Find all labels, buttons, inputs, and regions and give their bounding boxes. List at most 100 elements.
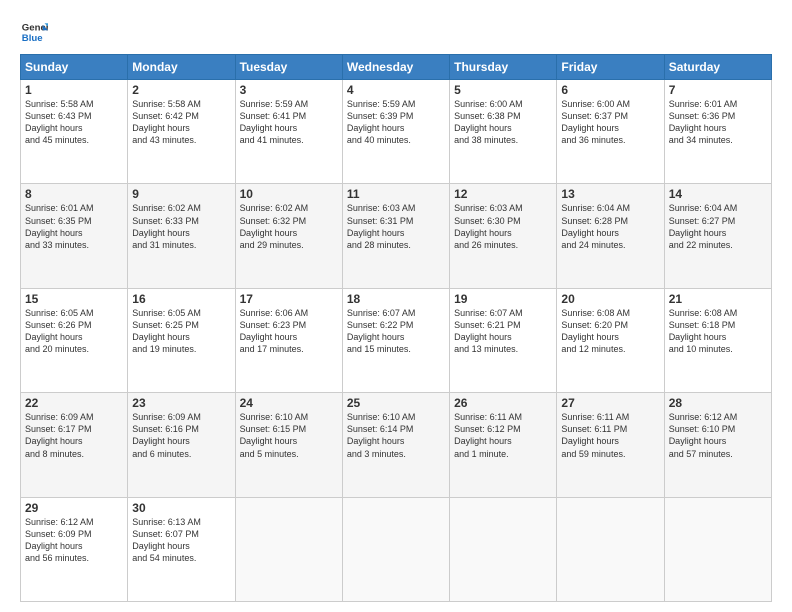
calendar-cell: 24 Sunrise: 6:10 AMSunset: 6:15 PMDayligh… [235,393,342,497]
day-number: 13 [561,187,659,201]
calendar-table: SundayMondayTuesdayWednesdayThursdayFrid… [20,54,772,602]
cell-details: Sunrise: 5:58 AMSunset: 6:42 PMDaylight … [132,99,201,145]
cell-details: Sunrise: 6:01 AMSunset: 6:35 PMDaylight … [25,203,94,249]
day-number: 6 [561,83,659,97]
day-number: 10 [240,187,338,201]
day-number: 14 [669,187,767,201]
calendar-cell: 8 Sunrise: 6:01 AMSunset: 6:35 PMDaylight… [21,184,128,288]
day-number: 20 [561,292,659,306]
calendar-cell: 27 Sunrise: 6:11 AMSunset: 6:11 PMDayligh… [557,393,664,497]
calendar-cell: 5 Sunrise: 6:00 AMSunset: 6:38 PMDaylight… [450,80,557,184]
cell-details: Sunrise: 5:58 AMSunset: 6:43 PMDaylight … [25,99,94,145]
calendar-cell [235,497,342,601]
calendar-cell: 2 Sunrise: 5:58 AMSunset: 6:42 PMDaylight… [128,80,235,184]
calendar-cell: 30Sunrise: 6:13 AMSunset: 6:07 PMDayligh… [128,497,235,601]
calendar-cell: 11 Sunrise: 6:03 AMSunset: 6:31 PMDayligh… [342,184,449,288]
day-number: 23 [132,396,230,410]
calendar-cell: 26Sunrise: 6:11 AMSunset: 6:12 PMDayligh… [450,393,557,497]
calendar-cell: 22 Sunrise: 6:09 AMSunset: 6:17 PMDayligh… [21,393,128,497]
calendar-cell [664,497,771,601]
page-header: General Blue [20,18,772,46]
calendar-cell: 1 Sunrise: 5:58 AMSunset: 6:43 PMDaylight… [21,80,128,184]
day-number: 4 [347,83,445,97]
cell-details: Sunrise: 6:10 AMSunset: 6:14 PMDaylight … [347,412,416,458]
day-header-sunday: Sunday [21,55,128,80]
logo: General Blue [20,18,48,46]
cell-details: Sunrise: 6:04 AMSunset: 6:27 PMDaylight … [669,203,738,249]
calendar-cell: 14 Sunrise: 6:04 AMSunset: 6:27 PMDayligh… [664,184,771,288]
calendar-cell: 29 Sunrise: 6:12 AMSunset: 6:09 PMDayligh… [21,497,128,601]
day-number: 8 [25,187,123,201]
calendar-cell: 3Sunrise: 5:59 AMSunset: 6:41 PMDaylight… [235,80,342,184]
day-header-saturday: Saturday [664,55,771,80]
cell-details: Sunrise: 6:00 AMSunset: 6:38 PMDaylight … [454,99,523,145]
cell-details: Sunrise: 6:12 AMSunset: 6:10 PMDaylight … [669,412,738,458]
calendar-cell: 21 Sunrise: 6:08 AMSunset: 6:18 PMDayligh… [664,288,771,392]
cell-details: Sunrise: 6:03 AMSunset: 6:30 PMDaylight … [454,203,523,249]
day-number: 29 [25,501,123,515]
calendar-cell [557,497,664,601]
cell-details: Sunrise: 6:12 AMSunset: 6:09 PMDaylight … [25,517,94,563]
cell-details: Sunrise: 6:07 AMSunset: 6:21 PMDaylight … [454,308,523,354]
cell-details: Sunrise: 6:09 AMSunset: 6:17 PMDaylight … [25,412,94,458]
day-number: 25 [347,396,445,410]
day-number: 27 [561,396,659,410]
day-number: 26 [454,396,552,410]
day-header-friday: Friday [557,55,664,80]
day-header-monday: Monday [128,55,235,80]
cell-details: Sunrise: 6:02 AMSunset: 6:32 PMDaylight … [240,203,309,249]
calendar-cell: 15 Sunrise: 6:05 AMSunset: 6:26 PMDayligh… [21,288,128,392]
cell-details: Sunrise: 6:00 AMSunset: 6:37 PMDaylight … [561,99,630,145]
cell-details: Sunrise: 6:08 AMSunset: 6:20 PMDaylight … [561,308,630,354]
cell-details: Sunrise: 6:07 AMSunset: 6:22 PMDaylight … [347,308,416,354]
day-number: 11 [347,187,445,201]
day-number: 24 [240,396,338,410]
calendar-cell: 16Sunrise: 6:05 AMSunset: 6:25 PMDayligh… [128,288,235,392]
day-number: 2 [132,83,230,97]
cell-details: Sunrise: 6:03 AMSunset: 6:31 PMDaylight … [347,203,416,249]
day-header-tuesday: Tuesday [235,55,342,80]
cell-details: Sunrise: 6:09 AMSunset: 6:16 PMDaylight … [132,412,201,458]
calendar-cell: 18 Sunrise: 6:07 AMSunset: 6:22 PMDayligh… [342,288,449,392]
calendar-cell: 10 Sunrise: 6:02 AMSunset: 6:32 PMDayligh… [235,184,342,288]
calendar-cell: 25 Sunrise: 6:10 AMSunset: 6:14 PMDayligh… [342,393,449,497]
day-number: 17 [240,292,338,306]
calendar-cell: 23 Sunrise: 6:09 AMSunset: 6:16 PMDayligh… [128,393,235,497]
cell-details: Sunrise: 6:04 AMSunset: 6:28 PMDaylight … [561,203,630,249]
day-number: 22 [25,396,123,410]
cell-details: Sunrise: 6:10 AMSunset: 6:15 PMDaylight … [240,412,309,458]
cell-details: Sunrise: 5:59 AMSunset: 6:39 PMDaylight … [347,99,416,145]
day-number: 16 [132,292,230,306]
calendar-cell: 13 Sunrise: 6:04 AMSunset: 6:28 PMDayligh… [557,184,664,288]
day-number: 12 [454,187,552,201]
cell-details: Sunrise: 5:59 AMSunset: 6:41 PMDaylight … [240,99,309,145]
day-number: 15 [25,292,123,306]
day-number: 1 [25,83,123,97]
calendar-cell: 7 Sunrise: 6:01 AMSunset: 6:36 PMDaylight… [664,80,771,184]
cell-details: Sunrise: 6:13 AMSunset: 6:07 PMDaylight … [132,517,201,563]
calendar-cell: 19Sunrise: 6:07 AMSunset: 6:21 PMDayligh… [450,288,557,392]
svg-text:Blue: Blue [22,33,43,44]
calendar-cell: 4 Sunrise: 5:59 AMSunset: 6:39 PMDaylight… [342,80,449,184]
cell-details: Sunrise: 6:01 AMSunset: 6:36 PMDaylight … [669,99,738,145]
calendar-cell: 28 Sunrise: 6:12 AMSunset: 6:10 PMDayligh… [664,393,771,497]
day-number: 18 [347,292,445,306]
calendar-cell: 12 Sunrise: 6:03 AMSunset: 6:30 PMDayligh… [450,184,557,288]
cell-details: Sunrise: 6:06 AMSunset: 6:23 PMDaylight … [240,308,309,354]
calendar-cell [342,497,449,601]
day-number: 28 [669,396,767,410]
logo-icon: General Blue [20,18,48,46]
calendar-cell: 9Sunrise: 6:02 AMSunset: 6:33 PMDaylight… [128,184,235,288]
calendar-cell: 17 Sunrise: 6:06 AMSunset: 6:23 PMDayligh… [235,288,342,392]
day-header-wednesday: Wednesday [342,55,449,80]
cell-details: Sunrise: 6:08 AMSunset: 6:18 PMDaylight … [669,308,738,354]
day-number: 9 [132,187,230,201]
day-number: 7 [669,83,767,97]
calendar-cell: 20 Sunrise: 6:08 AMSunset: 6:20 PMDayligh… [557,288,664,392]
day-number: 21 [669,292,767,306]
calendar-cell [450,497,557,601]
cell-details: Sunrise: 6:05 AMSunset: 6:26 PMDaylight … [25,308,94,354]
cell-details: Sunrise: 6:11 AMSunset: 6:11 PMDaylight … [561,412,629,458]
day-number: 5 [454,83,552,97]
calendar-cell: 6 Sunrise: 6:00 AMSunset: 6:37 PMDaylight… [557,80,664,184]
